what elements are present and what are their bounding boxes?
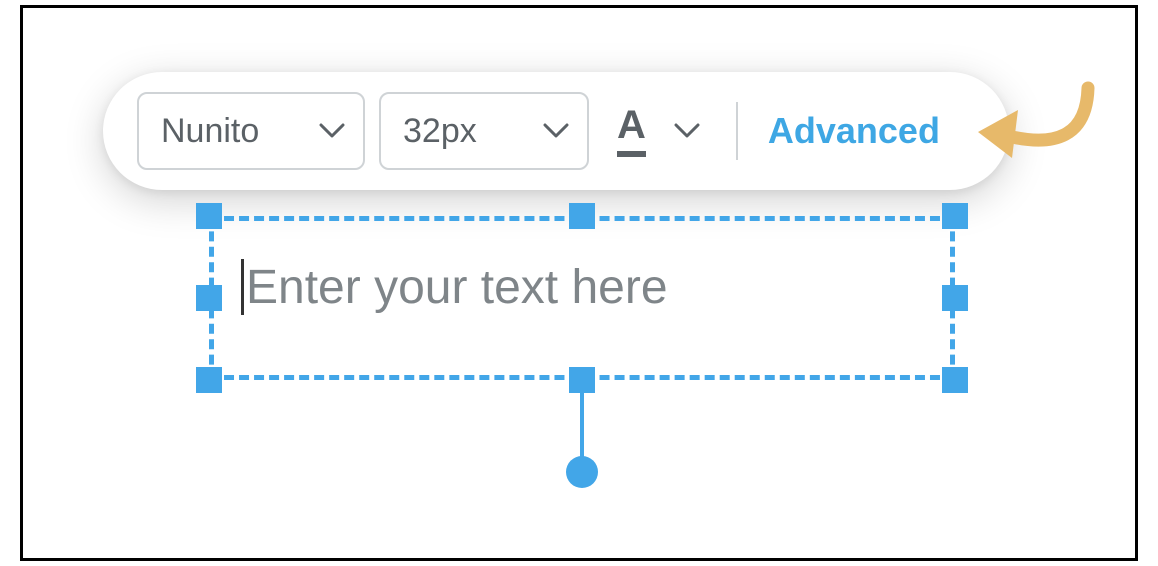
text-caret (241, 259, 244, 315)
resize-handle-middle-left[interactable] (196, 285, 222, 311)
text-input-area[interactable]: Enter your text here (241, 252, 668, 322)
advanced-button[interactable]: Advanced (762, 110, 946, 152)
chevron-down-icon (543, 123, 569, 139)
resize-handle-bottom-right[interactable] (942, 367, 968, 393)
font-color-select[interactable]: A (603, 92, 708, 170)
selected-text-element[interactable]: Enter your text here (209, 216, 955, 380)
screenshot-frame: Nunito 32px A Advanced (20, 5, 1138, 561)
rotate-handle[interactable] (566, 456, 598, 488)
resize-handle-top-center[interactable] (569, 203, 595, 229)
resize-handle-top-left[interactable] (196, 203, 222, 229)
resize-handle-top-right[interactable] (942, 203, 968, 229)
resize-handle-bottom-left[interactable] (196, 367, 222, 393)
font-color-icon: A (617, 105, 646, 157)
chevron-down-icon (319, 123, 345, 139)
chevron-down-icon (674, 123, 700, 139)
font-size-value: 32px (403, 112, 477, 151)
toolbar-divider (736, 102, 738, 160)
font-size-select[interactable]: 32px (379, 92, 589, 170)
font-family-select[interactable]: Nunito (137, 92, 365, 170)
font-family-value: Nunito (161, 112, 259, 151)
text-format-toolbar: Nunito 32px A Advanced (103, 72, 1009, 190)
text-placeholder: Enter your text here (246, 260, 668, 315)
resize-handle-middle-right[interactable] (942, 285, 968, 311)
